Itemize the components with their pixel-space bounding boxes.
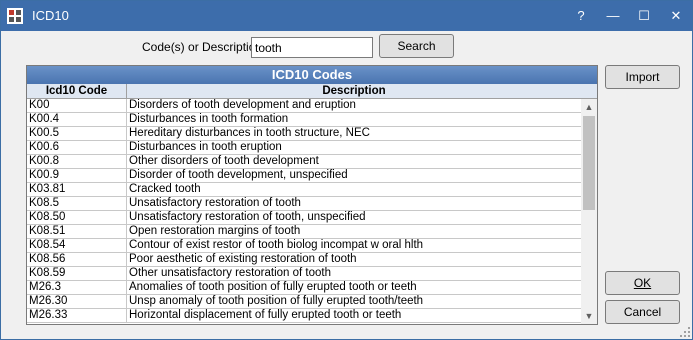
cell-description: Disturbances in tooth formation	[129, 113, 289, 125]
grid-title: ICD10 Codes	[27, 66, 597, 84]
cell-code: K08.5	[29, 197, 60, 209]
cell-code: K08.54	[29, 239, 66, 251]
cell-divider	[126, 99, 127, 113]
minimize-icon[interactable]: —	[598, 1, 628, 31]
table-row[interactable]: K08.54 Contour of exist restor of tooth b…	[27, 239, 581, 253]
search-label: Code(s) or Description	[142, 40, 263, 54]
cell-code: K00.4	[29, 113, 60, 125]
cell-divider	[126, 141, 127, 155]
table-row[interactable]: K08.50 Unsatisfactory restoration of toot…	[27, 211, 581, 225]
table-row[interactable]: K00.5 Hereditary disturbances in tooth st…	[27, 127, 581, 141]
table-row[interactable]: K03.81 Cracked tooth	[27, 183, 581, 197]
column-header-code[interactable]: Icd10 Code	[27, 84, 127, 99]
cell-code: K00.8	[29, 155, 60, 167]
table-row[interactable]: K08.56 Poor aesthetic of existing restora…	[27, 253, 581, 267]
cell-description: Open restoration margins of tooth	[129, 225, 301, 237]
cell-code: K00	[29, 99, 50, 111]
cell-description: Contour of exist restor of tooth biolog …	[129, 239, 424, 251]
cell-description: Unsatisfactory restoration of tooth, uns…	[129, 211, 366, 223]
grid-header-row: Icd10 Code Description	[27, 84, 597, 99]
cell-code: K08.56	[29, 253, 66, 265]
cell-code: M26.3	[29, 281, 61, 293]
cell-description: Other disorders of tooth development	[129, 155, 319, 167]
table-row[interactable]: K08.51 Open restoration margins of tooth	[27, 225, 581, 239]
vertical-scrollbar[interactable]: ▲ ▼	[581, 99, 597, 324]
table-row[interactable]: K00.9 Disorder of tooth development, unsp…	[27, 169, 581, 183]
scroll-thumb[interactable]	[583, 116, 595, 210]
cell-divider	[126, 127, 127, 141]
cell-description: Other unsatisfactory restoration of toot…	[129, 267, 331, 279]
cell-code: K08.50	[29, 211, 66, 223]
column-header-description[interactable]: Description	[127, 84, 581, 99]
cell-description: Disorder of tooth development, unspecifi…	[129, 169, 348, 181]
icd10-codes-grid: ICD10 Codes Icd10 Code Description K00 Di…	[26, 65, 598, 325]
cell-divider	[126, 295, 127, 309]
table-row[interactable]: K00.6 Disturbances in tooth eruption	[27, 141, 581, 155]
cell-divider	[126, 155, 127, 169]
table-row[interactable]: K00.4 Disturbances in tooth formation	[27, 113, 581, 127]
cell-description: Anomalies of tooth position of fully eru…	[129, 281, 417, 293]
cell-description: Unsatisfactory restoration of tooth	[129, 197, 301, 209]
cell-description: Horizontal displacement of fully erupted…	[129, 309, 402, 321]
cell-divider	[126, 253, 127, 267]
cell-divider	[126, 113, 127, 127]
icd10-window: ICD10 ? — ☐ ✕ Code(s) or Description Sea…	[0, 0, 693, 340]
cell-description: Cracked tooth	[129, 183, 201, 195]
cell-code: M26.30	[29, 295, 68, 307]
cell-code: M26.33	[29, 309, 68, 321]
cell-divider	[126, 211, 127, 225]
cell-divider	[126, 183, 127, 197]
help-icon[interactable]: ?	[566, 1, 596, 31]
table-row[interactable]: M26.30 Unsp anomaly of tooth position of …	[27, 295, 581, 309]
cell-divider	[126, 169, 127, 183]
cell-code: K00.6	[29, 141, 60, 153]
search-button[interactable]: Search	[379, 34, 454, 58]
table-row[interactable]: M26.3 Anomalies of tooth position of full…	[27, 281, 581, 295]
cell-description: Disturbances in tooth eruption	[129, 141, 282, 153]
close-icon[interactable]: ✕	[661, 1, 691, 31]
cell-divider	[126, 309, 127, 323]
cancel-button[interactable]: Cancel	[605, 300, 680, 324]
cell-code: K08.51	[29, 225, 66, 237]
cell-description: Disorders of tooth development and erupt…	[129, 99, 356, 111]
grid-app-icon	[7, 8, 23, 24]
resize-grip-icon[interactable]	[680, 327, 690, 337]
table-row[interactable]: K08.5 Unsatisfactory restoration of tooth	[27, 197, 581, 211]
title-bar[interactable]: ICD10 ? — ☐ ✕	[1, 1, 692, 31]
cell-divider	[126, 225, 127, 239]
import-button[interactable]: Import	[605, 65, 680, 89]
table-row[interactable]: K08.59 Other unsatisfactory restoration o…	[27, 267, 581, 281]
table-row[interactable]: K00.8 Other disorders of tooth developmen…	[27, 155, 581, 169]
table-row[interactable]: K00 Disorders of tooth development and er…	[27, 99, 581, 113]
window-title: ICD10	[32, 8, 69, 23]
cell-code: K00.5	[29, 127, 60, 139]
cell-description: Unsp anomaly of tooth position of fully …	[129, 295, 424, 307]
search-input[interactable]	[251, 37, 373, 58]
cell-description: Hereditary disturbances in tooth structu…	[129, 127, 370, 139]
scroll-up-icon[interactable]: ▲	[581, 99, 597, 115]
maximize-icon[interactable]: ☐	[629, 1, 659, 31]
cell-code: K03.81	[29, 183, 66, 195]
table-row[interactable]: M26.33 Horizontal displacement of fully e…	[27, 309, 581, 323]
cell-code: K08.59	[29, 267, 66, 279]
cell-description: Poor aesthetic of existing restoration o…	[129, 253, 357, 265]
cell-divider	[126, 197, 127, 211]
cell-divider	[126, 267, 127, 281]
scroll-down-icon[interactable]: ▼	[581, 308, 597, 324]
cell-code: K00.9	[29, 169, 60, 181]
grid-rows: K00 Disorders of tooth development and er…	[27, 99, 581, 324]
ok-button[interactable]: OK	[605, 271, 680, 295]
cell-divider	[126, 239, 127, 253]
cell-divider	[126, 281, 127, 295]
